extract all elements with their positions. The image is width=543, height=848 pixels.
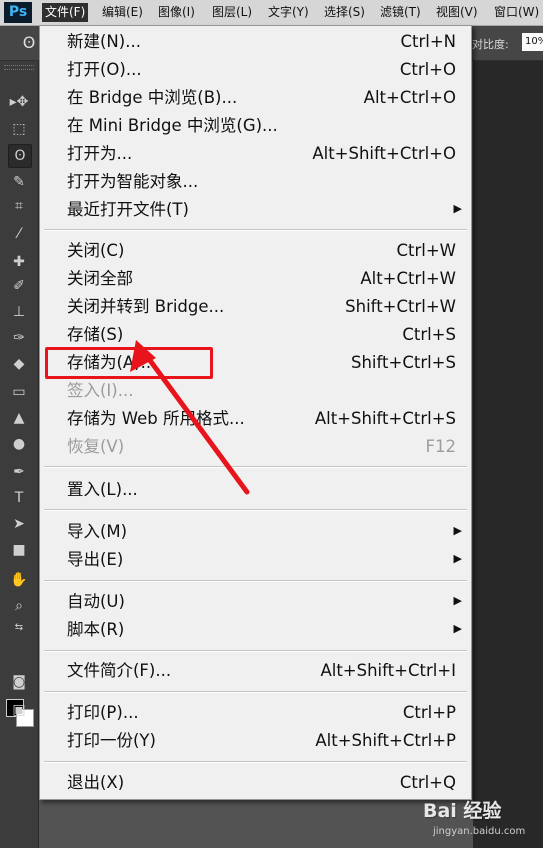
baidu-jingyan-watermark: Bai 经验 jingyan.baidu.com	[423, 796, 543, 848]
watermark-logo: Bai 经验	[423, 800, 502, 822]
watermark-url: jingyan.baidu.com	[433, 826, 526, 837]
annotation-arrow-icon	[130, 340, 250, 495]
